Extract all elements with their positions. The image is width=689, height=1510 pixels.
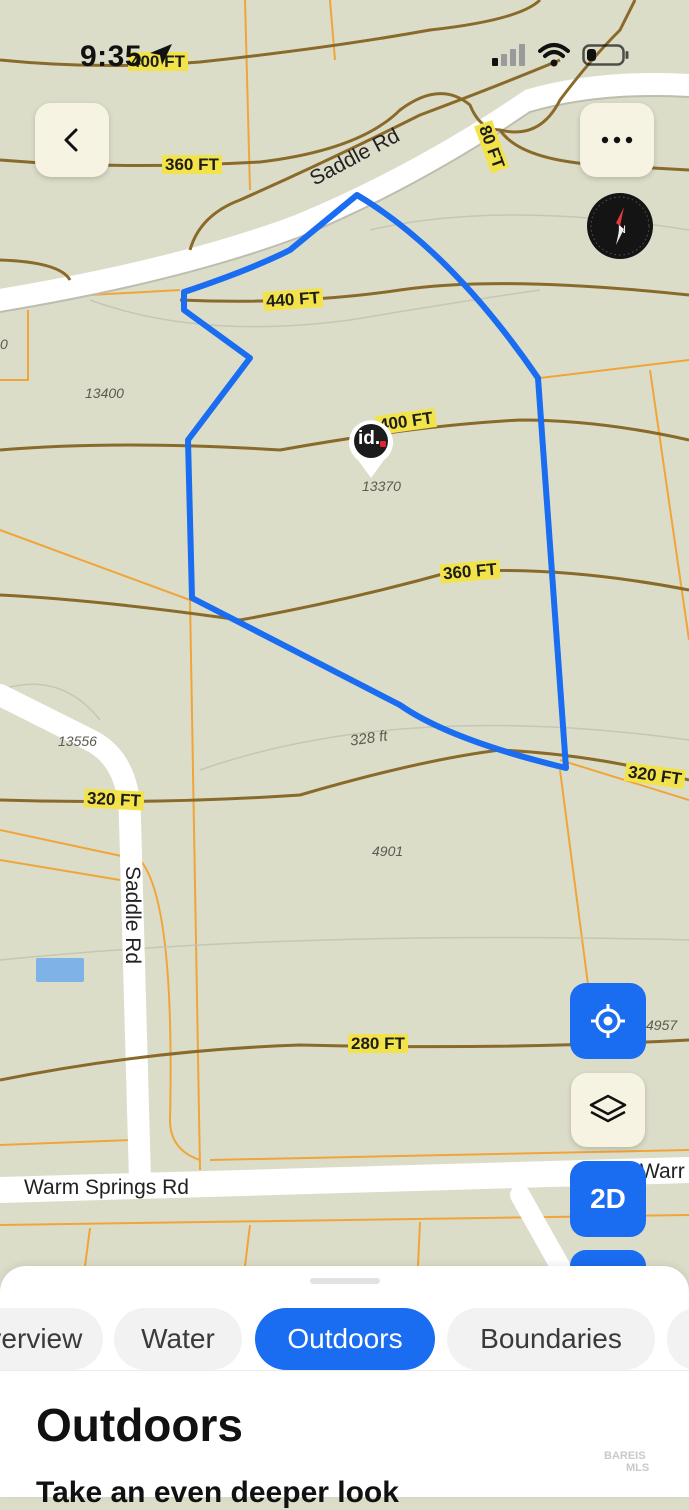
mls-watermark-logo: BAREIS MLS xyxy=(604,1450,650,1474)
battery-icon xyxy=(582,44,629,66)
pin-dot xyxy=(380,441,386,447)
cellular-signal-icon xyxy=(492,44,525,66)
tab-overview[interactable]: Overview xyxy=(0,1308,103,1370)
sheet-divider xyxy=(0,1370,689,1371)
back-button[interactable] xyxy=(35,103,109,177)
parcel-label-13400: 13400 xyxy=(85,385,124,401)
pin-text: id. xyxy=(358,428,381,449)
road-label-saddle-rd-west: Saddle Rd xyxy=(121,866,144,965)
svg-text:N: N xyxy=(618,224,626,236)
more-options-button[interactable] xyxy=(580,103,654,177)
contour-label-280: 280 FT xyxy=(348,1034,408,1053)
bottom-sheet[interactable]: Overview Water Outdoors Boundaries Outdo… xyxy=(0,1266,689,1509)
chevron-left-icon xyxy=(64,128,78,152)
compass-icon[interactable]: N xyxy=(587,193,653,259)
2d-3d-toggle-button[interactable]: 2D xyxy=(570,1161,646,1237)
contour-label-360-top: 360 FT xyxy=(162,155,222,174)
status-time: 9:35 xyxy=(80,40,143,73)
road-label-warm-springs-rd: Warm Springs Rd xyxy=(24,1176,189,1199)
tab-boundaries[interactable]: Boundaries xyxy=(447,1308,655,1370)
section-subtitle: Take an even deeper look xyxy=(36,1476,399,1509)
parcel-label-4901: 4901 xyxy=(372,843,404,859)
toggle-label: 2D xyxy=(590,1183,626,1214)
location-arrow-icon xyxy=(150,44,172,65)
wifi-icon xyxy=(538,43,570,67)
tab-next[interactable] xyxy=(667,1308,689,1370)
tab-water[interactable]: Water xyxy=(114,1308,242,1370)
sheet-tabs: Overview Water Outdoors Boundaries xyxy=(0,1308,689,1372)
status-bar: 9:35 xyxy=(0,0,689,90)
tab-outdoors[interactable]: Outdoors xyxy=(255,1308,435,1370)
parcel-label-4957: 4957 xyxy=(646,1017,678,1033)
parcel-label-13556: 13556 xyxy=(58,733,97,749)
my-location-button[interactable] xyxy=(570,983,646,1059)
parcel-label-0: 0 xyxy=(0,336,8,352)
layers-icon xyxy=(589,1094,627,1123)
layers-button[interactable] xyxy=(571,1073,645,1147)
ellipsis-icon xyxy=(601,136,633,144)
crosshair-icon xyxy=(591,1004,625,1038)
sheet-drag-handle[interactable] xyxy=(310,1278,380,1284)
contour-label-320-west: 320 FT xyxy=(83,788,145,811)
section-title: Outdoors xyxy=(36,1399,243,1451)
property-pin-icon[interactable]: id. xyxy=(346,418,396,485)
road-label-warm-springs-edge: Warr xyxy=(640,1160,685,1183)
pond xyxy=(36,958,84,982)
